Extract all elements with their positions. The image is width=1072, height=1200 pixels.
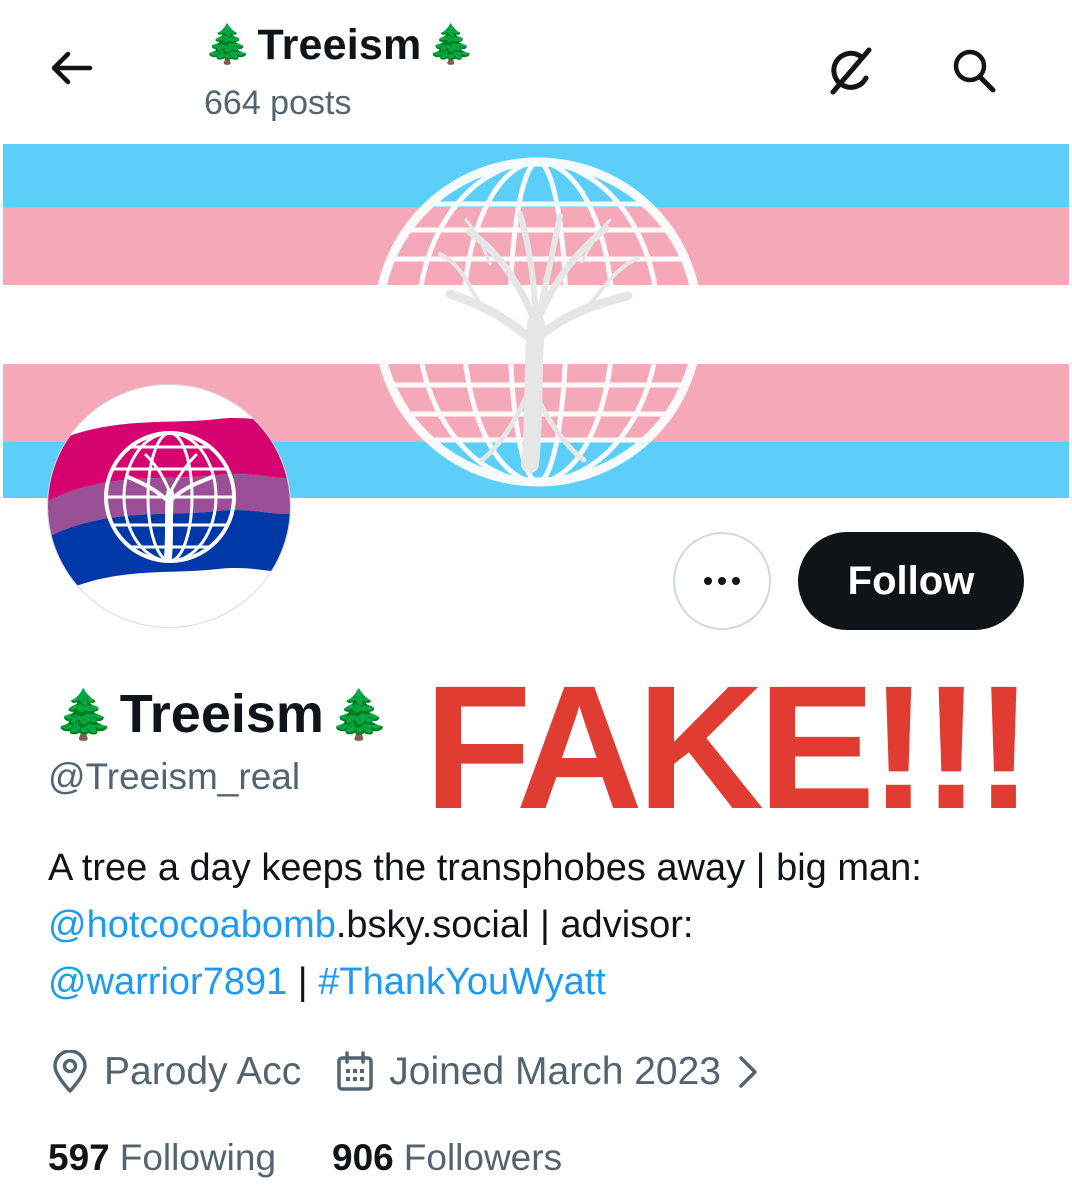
- profile-bio: A tree a day keeps the transphobes away …: [48, 840, 1048, 1011]
- user-handle: @Treeism_real: [48, 756, 301, 797]
- display-name-text: Treeism: [119, 684, 324, 744]
- grok-icon: [830, 47, 872, 95]
- bi-flag-avatar-image: [48, 418, 290, 599]
- more-horizontal-icon: [704, 577, 740, 585]
- bio-text: |: [287, 961, 319, 1003]
- bio-mention-link[interactable]: @warrior7891: [48, 961, 287, 1003]
- joined-item[interactable]: Joined March 2023: [335, 1050, 759, 1094]
- followers-link[interactable]: 906 Followers: [332, 1137, 562, 1179]
- fake-overlay-text: FAKE!!!: [424, 650, 1033, 846]
- profile-avatar[interactable]: [47, 384, 291, 628]
- followers-count: 906: [332, 1137, 394, 1178]
- tree-emoji-icon: 🌲: [54, 688, 114, 742]
- profile-meta: Parody Acc Joined March 2023: [50, 1042, 759, 1102]
- header-title-text: Treeism: [257, 20, 422, 69]
- header-title: 🌲 Treeism 🌲: [204, 18, 475, 72]
- search-button[interactable]: [944, 44, 1004, 98]
- bio-text: A tree a day keeps the transphobes away …: [48, 847, 922, 889]
- follow-button[interactable]: Follow: [798, 532, 1024, 630]
- tree-emoji-icon: 🌲: [427, 24, 475, 66]
- back-button[interactable]: [44, 46, 96, 90]
- tree-emoji-icon: 🌲: [329, 688, 390, 742]
- joined-text: Joined March 2023: [389, 1050, 721, 1093]
- location-pin-icon: [53, 1050, 87, 1093]
- tree-emoji-icon: 🌲: [204, 24, 252, 66]
- location-text: Parody Acc: [104, 1050, 302, 1093]
- chevron-right-icon: [739, 1056, 757, 1088]
- posts-count: 664 posts: [204, 84, 352, 122]
- display-name: 🌲 Treeism 🌲: [54, 682, 390, 746]
- following-label: Following: [119, 1137, 277, 1178]
- grok-button[interactable]: [820, 44, 882, 98]
- location-item: Parody Acc: [50, 1050, 301, 1094]
- arrow-left-icon: [51, 51, 93, 85]
- followers-label: Followers: [403, 1137, 563, 1178]
- more-options-button[interactable]: [673, 532, 771, 630]
- globe-tree-emblem: [373, 157, 703, 487]
- bio-mention-link[interactable]: @hotcocoabomb: [48, 904, 336, 946]
- following-count: 597: [48, 1137, 110, 1178]
- follow-counts: 597 Following 906 Followers: [48, 1130, 562, 1186]
- bio-text: .bsky.social | advisor:: [335, 904, 694, 946]
- calendar-icon: [337, 1051, 374, 1091]
- following-link[interactable]: 597 Following: [48, 1137, 276, 1179]
- bio-hashtag-link[interactable]: #ThankYouWyatt: [318, 961, 606, 1003]
- search-icon: [953, 49, 996, 93]
